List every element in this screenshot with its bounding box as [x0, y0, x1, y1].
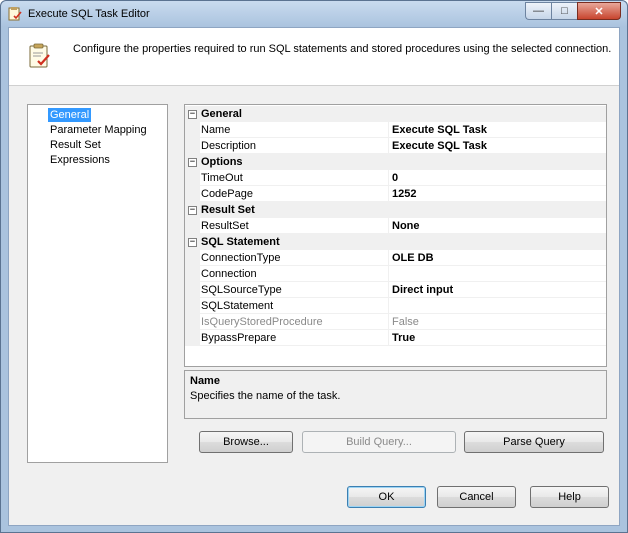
property-value[interactable]: None	[392, 220, 420, 232]
help-button[interactable]: Help	[530, 486, 609, 508]
row-gutter	[185, 186, 200, 202]
task-editor-icon	[8, 7, 22, 21]
property-label: Connection	[201, 268, 257, 280]
property-label: Description	[201, 140, 257, 152]
property-row-name[interactable]: Name Execute SQL Task	[185, 122, 606, 138]
property-row-connectiontype[interactable]: ConnectionType OLE DB	[185, 250, 606, 266]
property-grid: − General Name Execute SQL Task Descript…	[184, 104, 607, 367]
category-sql-statement[interactable]: − SQL Statement	[185, 234, 606, 250]
property-label: TimeOut	[201, 172, 243, 184]
property-row-sqlstatement[interactable]: SQLStatement	[185, 298, 606, 314]
description-text: Specifies the name of the task.	[190, 390, 341, 402]
dialog-window: Execute SQL Task Editor — □ ✕ Configure …	[0, 0, 628, 533]
property-value[interactable]: Execute SQL Task	[392, 140, 487, 152]
clipboard-check-icon	[29, 43, 50, 68]
property-row-resultset[interactable]: ResultSet None	[185, 218, 606, 234]
nav-item-expressions[interactable]: Expressions	[48, 153, 112, 167]
property-label: SQLStatement	[201, 300, 274, 312]
parse-query-button[interactable]: Parse Query	[464, 431, 604, 453]
column-divider	[388, 250, 389, 266]
property-value[interactable]: 1252	[392, 188, 416, 200]
row-gutter	[185, 298, 200, 314]
collapse-icon[interactable]: −	[188, 238, 197, 247]
property-row-timeout[interactable]: TimeOut 0	[185, 170, 606, 186]
row-gutter	[185, 170, 200, 186]
category-label: General	[201, 108, 242, 120]
title-bar[interactable]: Execute SQL Task Editor — □ ✕	[1, 1, 627, 27]
property-label: SQLSourceType	[201, 284, 282, 296]
row-gutter	[185, 250, 200, 266]
property-row-description[interactable]: Description Execute SQL Task	[185, 138, 606, 154]
column-divider	[388, 218, 389, 234]
build-query-button[interactable]: Build Query...	[302, 431, 456, 453]
property-value: False	[392, 316, 419, 328]
property-label: ResultSet	[201, 220, 249, 232]
property-label: ConnectionType	[201, 252, 281, 264]
property-value[interactable]: 0	[392, 172, 398, 184]
property-value[interactable]: OLE DB	[392, 252, 434, 264]
dialog-header: Configure the properties required to run…	[9, 28, 619, 86]
collapse-icon[interactable]: −	[188, 206, 197, 215]
row-gutter	[185, 314, 200, 330]
category-label: SQL Statement	[201, 236, 280, 248]
close-button[interactable]: ✕	[577, 2, 621, 20]
category-label: Result Set	[201, 204, 255, 216]
column-divider	[388, 330, 389, 346]
column-divider	[388, 138, 389, 154]
property-value[interactable]: True	[392, 332, 415, 344]
caption-buttons: — □ ✕	[525, 2, 621, 21]
nav-item-general[interactable]: General	[48, 108, 92, 122]
row-gutter	[185, 282, 200, 298]
category-general[interactable]: − General	[185, 106, 606, 122]
property-value[interactable]: Direct input	[392, 284, 453, 296]
cancel-button[interactable]: Cancel	[437, 486, 516, 508]
property-label: CodePage	[201, 188, 253, 200]
property-row-sqlsourcetype[interactable]: SQLSourceType Direct input	[185, 282, 606, 298]
property-row-codepage[interactable]: CodePage 1252	[185, 186, 606, 202]
column-divider	[388, 314, 389, 330]
property-row-isquerystoredprocedure: IsQueryStoredProcedure False	[185, 314, 606, 330]
property-value[interactable]: Execute SQL Task	[392, 124, 487, 136]
category-result-set[interactable]: − Result Set	[185, 202, 606, 218]
ok-button[interactable]: OK	[347, 486, 426, 508]
browse-button[interactable]: Browse...	[199, 431, 293, 453]
page-nav-list: General Parameter Mapping Result Set Exp…	[27, 104, 168, 463]
description-title: Name	[190, 375, 220, 387]
column-divider	[388, 266, 389, 282]
category-label: Options	[201, 156, 243, 168]
property-description-panel: Name Specifies the name of the task.	[184, 370, 607, 419]
row-gutter	[185, 218, 200, 234]
property-row-bypassprepare[interactable]: BypassPrepare True	[185, 330, 606, 346]
dialog-client-area: Configure the properties required to run…	[8, 27, 620, 526]
row-gutter	[185, 330, 200, 346]
nav-item-result-set[interactable]: Result Set	[48, 138, 103, 152]
property-label: Name	[201, 124, 231, 136]
collapse-icon[interactable]: −	[188, 110, 197, 119]
nav-item-parameter-mapping[interactable]: Parameter Mapping	[48, 123, 149, 137]
column-divider	[388, 186, 389, 202]
row-gutter	[185, 266, 200, 282]
property-row-connection[interactable]: Connection	[185, 266, 606, 282]
row-gutter	[185, 122, 200, 138]
category-options[interactable]: − Options	[185, 154, 606, 170]
property-label: IsQueryStoredProcedure	[201, 316, 323, 328]
maximize-button[interactable]: □	[551, 2, 577, 20]
column-divider	[388, 122, 389, 138]
column-divider	[388, 282, 389, 298]
collapse-icon[interactable]: −	[188, 158, 197, 167]
column-divider	[388, 298, 389, 314]
header-description: Configure the properties required to run…	[73, 43, 612, 55]
minimize-button[interactable]: —	[525, 2, 551, 20]
window-title: Execute SQL Task Editor	[28, 8, 150, 20]
property-label: BypassPrepare	[201, 332, 277, 344]
row-gutter	[185, 138, 200, 154]
column-divider	[388, 170, 389, 186]
